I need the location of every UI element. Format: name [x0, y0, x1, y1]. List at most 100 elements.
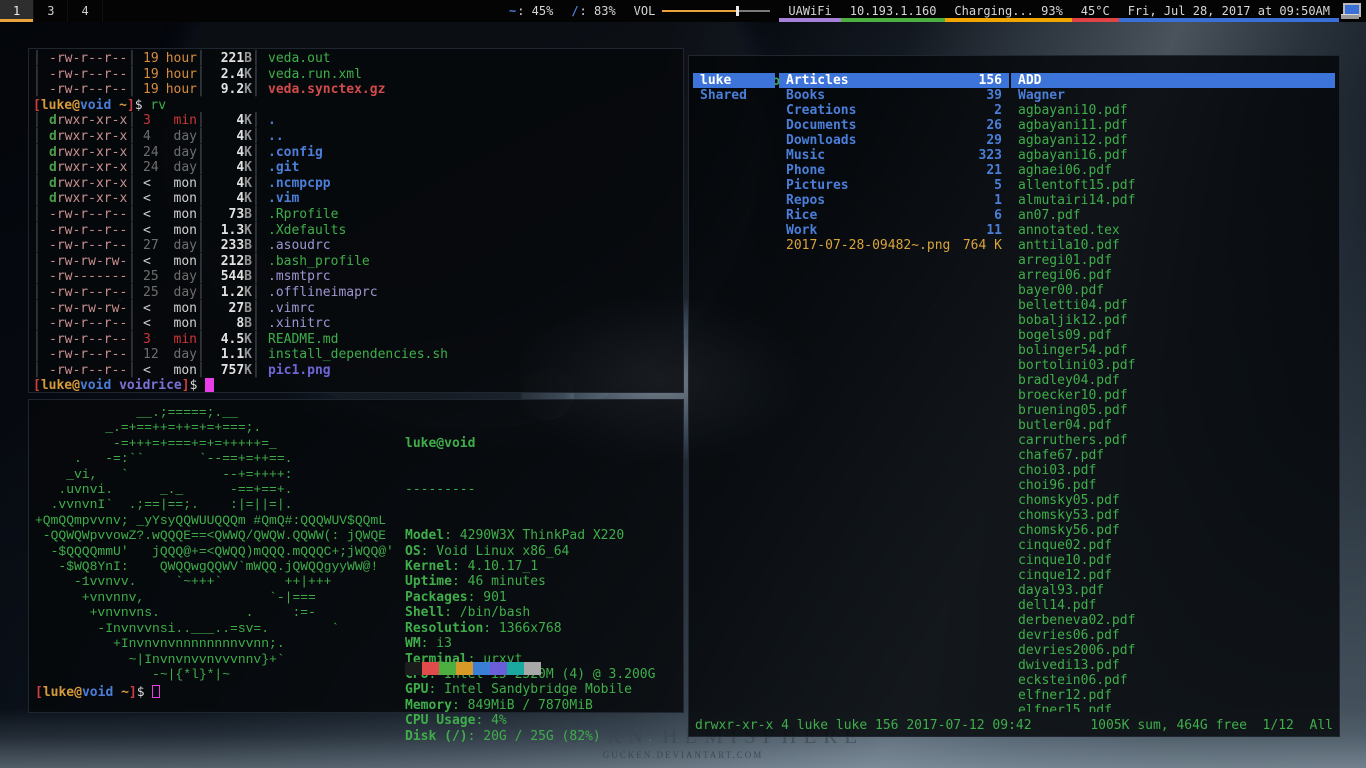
file-name: chomsky56.pdf: [1018, 523, 1120, 538]
neofetch-info-line: CPU Usage: 4%: [405, 713, 655, 728]
terminal-window-ls[interactable]: │ -rw-r--r--│19hour│221B│veda.out│ -rw-r…: [28, 48, 684, 393]
root-disk-block: /: 83%: [562, 0, 624, 22]
ranger-preview-file[interactable]: chomsky56.pdf: [1011, 523, 1335, 538]
ranger-preview-dir[interactable]: Wagner: [1011, 88, 1335, 103]
ranger-preview-file[interactable]: allentoft15.pdf: [1011, 178, 1335, 193]
ranger-preview-file[interactable]: arregi01.pdf: [1011, 253, 1335, 268]
ranger-preview-file[interactable]: chomsky05.pdf: [1011, 493, 1335, 508]
ranger-preview-file[interactable]: bradley04.pdf: [1011, 373, 1335, 388]
file-name: .msmtprc: [260, 269, 331, 285]
shell-prompt-line[interactable]: [luke@void ~]$: [35, 685, 160, 700]
ranger-dir-row[interactable]: Downloads29: [779, 133, 1009, 148]
wifi-percent: : 45%: [517, 4, 553, 18]
ranger-preview-file[interactable]: agbayani10.pdf: [1011, 103, 1335, 118]
file-name: bruening05.pdf: [1018, 403, 1128, 418]
ranger-preview-file[interactable]: an07.pdf: [1011, 208, 1335, 223]
ranger-preview-file[interactable]: chafe67.pdf: [1011, 448, 1335, 463]
file-name: derbeneva02.pdf: [1018, 613, 1135, 628]
file-name: an07.pdf: [1018, 208, 1081, 223]
terminal-window-neofetch[interactable]: __.;=====;.__ _.=+==++=++=+=+===;. -=+++…: [28, 399, 684, 713]
ranger-preview-file[interactable]: cinque10.pdf: [1011, 553, 1335, 568]
ranger-preview-file[interactable]: eckstein06.pdf: [1011, 673, 1335, 688]
text-cursor[interactable]: [205, 378, 214, 392]
ranger-preview-file[interactable]: choi03.pdf: [1011, 463, 1335, 478]
ranger-image-file-row[interactable]: 2017-07-28-09482~.png764 K: [779, 238, 1009, 253]
file-permissions: drwxr-xr-x: [49, 160, 128, 176]
ranger-preview-file[interactable]: cinque12.pdf: [1011, 568, 1335, 583]
ranger-preview-file[interactable]: elfner15.pdf: [1011, 703, 1335, 712]
ranger-preview-file[interactable]: agbayani12.pdf: [1011, 133, 1335, 148]
ranger-preview-file[interactable]: dell14.pdf: [1011, 598, 1335, 613]
ranger-dir-row[interactable]: Music323: [779, 148, 1009, 163]
ranger-preview-file[interactable]: carruthers.pdf: [1011, 433, 1335, 448]
ranger-preview-file[interactable]: belletti04.pdf: [1011, 298, 1335, 313]
file-name: Wagner: [1018, 88, 1065, 103]
file-mtime: <mon: [136, 301, 197, 317]
ranger-preview-file[interactable]: elfner12.pdf: [1011, 688, 1335, 703]
ranger-preview-file[interactable]: agbayani16.pdf: [1011, 148, 1335, 163]
dir-name: Books: [786, 88, 825, 103]
file-name: choi96.pdf: [1018, 478, 1096, 493]
file-name: veda.synctex.gz: [260, 82, 385, 98]
file-size: 4.5K: [205, 332, 252, 348]
ranger-preview-file[interactable]: dayal93.pdf: [1011, 583, 1335, 598]
ranger-preview-file[interactable]: bobaljik12.pdf: [1011, 313, 1335, 328]
ranger-dir-row[interactable]: Articles156: [779, 73, 1009, 88]
workspace-button-3[interactable]: 3: [34, 0, 68, 22]
ranger-preview-file[interactable]: devries2006.pdf: [1011, 643, 1335, 658]
ranger-preview-file[interactable]: choi96.pdf: [1011, 478, 1335, 493]
ranger-preview-file[interactable]: agbayani11.pdf: [1011, 118, 1335, 133]
ranger-preview-file[interactable]: bortolini03.pdf: [1011, 358, 1335, 373]
ranger-preview-file[interactable]: cinque02.pdf: [1011, 538, 1335, 553]
workspace-button-4[interactable]: 4: [68, 0, 102, 22]
ranger-preview-file[interactable]: almutairi14.pdf: [1011, 193, 1335, 208]
ranger-preview-file[interactable]: chomsky53.pdf: [1011, 508, 1335, 523]
ranger-dir-row[interactable]: Books39: [779, 88, 1009, 103]
ranger-preview-file[interactable]: broecker10.pdf: [1011, 388, 1335, 403]
ranger-dir-row[interactable]: Pictures5: [779, 178, 1009, 193]
ranger-window[interactable]: luke@void ~/Articles lukeShared Articles…: [688, 55, 1340, 737]
ranger-preview-file[interactable]: butler04.pdf: [1011, 418, 1335, 433]
ranger-preview-file[interactable]: bayer00.pdf: [1011, 283, 1335, 298]
shell-prompt-line[interactable]: [luke@void voidrice]$: [33, 378, 681, 394]
file-size: 1.1K: [205, 347, 252, 363]
ranger-preview-file[interactable]: arregi06.pdf: [1011, 268, 1335, 283]
file-mtime: 24day: [136, 145, 197, 161]
ranger-preview-file[interactable]: dwivedi13.pdf: [1011, 658, 1335, 673]
file-name: elfner15.pdf: [1018, 703, 1112, 712]
file-name: agbayani11.pdf: [1018, 118, 1128, 133]
ranger-dir-row[interactable]: Rice6: [779, 208, 1009, 223]
volume-slider[interactable]: [662, 10, 770, 12]
neofetch-info-line: Packages: 901: [405, 590, 655, 605]
ranger-parent-item[interactable]: luke: [693, 73, 775, 88]
neofetch-info-line: Disk (/): 20G / 25G (82%): [405, 729, 655, 744]
ranger-dir-row[interactable]: Documents26: [779, 118, 1009, 133]
ranger-preview-file[interactable]: bolinger54.pdf: [1011, 343, 1335, 358]
ranger-preview-file[interactable]: aghaei06.pdf: [1011, 163, 1335, 178]
file-name: pic1.png: [260, 363, 331, 379]
file-name: .ncmpcpp: [260, 176, 331, 192]
ranger-dir-row[interactable]: Repos1: [779, 193, 1009, 208]
ranger-dir-row[interactable]: Phone21: [779, 163, 1009, 178]
color-swatch-5: [490, 662, 507, 675]
workspace-button-1[interactable]: 1: [0, 0, 34, 22]
shell-prompt-line[interactable]: [luke@void ~]$ rv: [33, 98, 681, 114]
volume-slider-handle[interactable]: [736, 6, 739, 16]
ranger-dir-row[interactable]: Work11: [779, 223, 1009, 238]
file-mtime: <mon: [136, 254, 197, 270]
ranger-preview-file[interactable]: anttila10.pdf: [1011, 238, 1335, 253]
ranger-preview-file[interactable]: bruening05.pdf: [1011, 403, 1335, 418]
ranger-preview-file[interactable]: devries06.pdf: [1011, 628, 1335, 643]
ls-row: │ -rw-------│25day│544B│.msmtprc: [33, 269, 681, 285]
ranger-preview-file[interactable]: ADD: [1011, 73, 1335, 88]
computer-tray-icon[interactable]: [1341, 3, 1360, 19]
text-cursor[interactable]: [152, 685, 160, 698]
ranger-parent-item[interactable]: Shared: [693, 88, 775, 103]
ranger-preview-file[interactable]: derbeneva02.pdf: [1011, 613, 1335, 628]
ranger-dir-row[interactable]: Creations2: [779, 103, 1009, 118]
file-name: ADD: [1018, 73, 1041, 88]
file-size: 4K: [205, 160, 252, 176]
ranger-preview-file[interactable]: annotated.tex: [1011, 223, 1335, 238]
ranger-preview-file[interactable]: bogels09.pdf: [1011, 328, 1335, 343]
dir-name: Repos: [786, 193, 825, 208]
